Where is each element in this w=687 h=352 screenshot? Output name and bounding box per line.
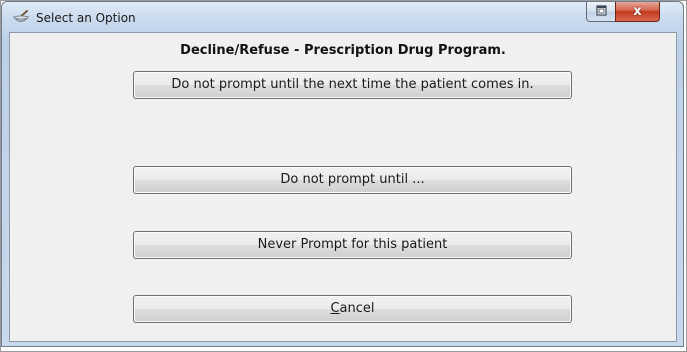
- close-button[interactable]: x: [615, 2, 660, 22]
- button-label: Do not prompt until the next time the pa…: [171, 77, 534, 92]
- close-icon: x: [633, 4, 642, 19]
- button-label: Never Prompt for this patient: [257, 237, 448, 252]
- dialog-body: Decline/Refuse - Prescription Drug Progr…: [9, 32, 677, 342]
- button-label: Do not prompt until ...: [280, 172, 425, 187]
- restore-button[interactable]: [586, 2, 616, 22]
- window-title: Select an Option: [36, 11, 136, 25]
- mortar-pestle-icon: [12, 10, 30, 26]
- cancel-button[interactable]: Cancel: [133, 295, 572, 323]
- title-bar[interactable]: Select an Option x: [2, 2, 683, 32]
- cancel-label-rest: ancel: [339, 301, 375, 316]
- cancel-mnemonic: C: [330, 301, 340, 316]
- prompt-until-date-button[interactable]: Do not prompt until ...: [133, 166, 572, 194]
- dialog-window: Select an Option x Decline/Refuse - Pres…: [1, 1, 684, 347]
- prompt-next-visit-button[interactable]: Do not prompt until the next time the pa…: [133, 71, 572, 99]
- dialog-heading: Decline/Refuse - Prescription Drug Progr…: [180, 43, 506, 58]
- never-prompt-button[interactable]: Never Prompt for this patient: [133, 231, 572, 259]
